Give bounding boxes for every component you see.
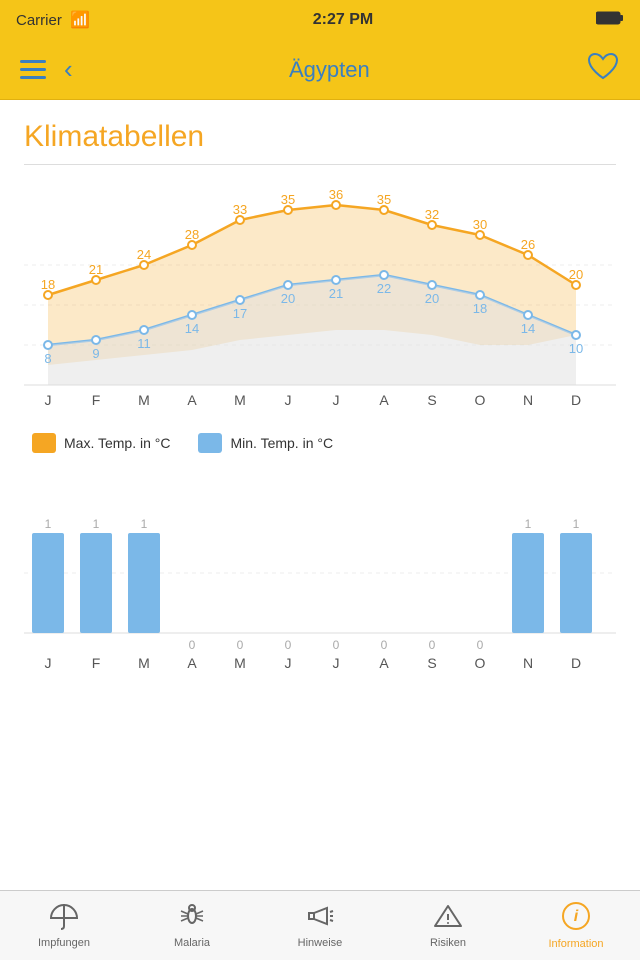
- svg-text:S: S: [427, 655, 436, 671]
- tab-information-label: Information: [548, 938, 603, 950]
- svg-text:17: 17: [233, 306, 247, 321]
- svg-text:1: 1: [525, 517, 532, 531]
- svg-text:11: 11: [137, 336, 151, 351]
- svg-text:J: J: [333, 655, 340, 671]
- info-icon: i: [561, 901, 591, 935]
- warning-icon: [433, 902, 463, 934]
- svg-text:24: 24: [137, 247, 151, 262]
- svg-text:0: 0: [429, 638, 436, 652]
- svg-text:0: 0: [381, 638, 388, 652]
- battery-icon: [596, 11, 624, 29]
- svg-text:32: 32: [425, 207, 439, 222]
- svg-text:0: 0: [189, 638, 196, 652]
- bar-chart: 1 1 1 1 1 0 0 0 0 0 0 0 J F M A M J: [24, 473, 616, 673]
- svg-text:M: M: [138, 392, 150, 408]
- carrier-label: Carrier 📶: [16, 10, 90, 30]
- svg-text:33: 33: [233, 202, 247, 217]
- svg-text:0: 0: [285, 638, 292, 652]
- divider: [24, 164, 616, 165]
- tab-malaria[interactable]: Malaria: [128, 891, 256, 960]
- svg-text:M: M: [234, 392, 246, 408]
- svg-text:9: 9: [92, 346, 99, 361]
- svg-text:8: 8: [44, 351, 51, 366]
- tab-information[interactable]: i Information: [512, 891, 640, 960]
- svg-text:20: 20: [569, 267, 583, 282]
- tab-risiken-label: Risiken: [430, 937, 466, 949]
- svg-text:35: 35: [377, 192, 391, 207]
- wifi-icon: 📶: [70, 12, 90, 29]
- svg-text:A: A: [379, 655, 389, 671]
- svg-text:10: 10: [569, 341, 583, 356]
- legend-min-color: [198, 433, 222, 453]
- tab-bar: Impfungen Malaria: [0, 890, 640, 960]
- svg-text:D: D: [571, 655, 581, 671]
- svg-text:1: 1: [45, 517, 52, 531]
- svg-text:21: 21: [89, 262, 103, 277]
- svg-text:20: 20: [425, 291, 439, 306]
- svg-text:14: 14: [521, 321, 535, 336]
- menu-button[interactable]: [20, 60, 46, 79]
- svg-text:F: F: [92, 392, 101, 408]
- svg-text:O: O: [475, 655, 486, 671]
- section-title: Klimatabellen: [24, 120, 616, 154]
- svg-text:S: S: [427, 392, 436, 408]
- svg-text:1: 1: [573, 517, 580, 531]
- svg-text:1: 1: [93, 517, 100, 531]
- svg-text:28: 28: [185, 227, 199, 242]
- svg-text:18: 18: [473, 301, 487, 316]
- svg-text:J: J: [333, 392, 340, 408]
- legend-min: Min. Temp. in °C: [198, 433, 333, 453]
- climate-chart: 18 21 24 28 33 35 36 35 32 30 26 20: [24, 185, 616, 425]
- tab-hinweise-label: Hinweise: [298, 937, 343, 949]
- svg-text:35: 35: [281, 192, 295, 207]
- tab-impfungen-label: Impfungen: [38, 937, 90, 949]
- svg-text:A: A: [379, 392, 389, 408]
- svg-text:A: A: [187, 392, 197, 408]
- nav-bar: ‹ Ägypten: [0, 40, 640, 100]
- svg-text:M: M: [234, 655, 246, 671]
- svg-text:18: 18: [41, 277, 55, 292]
- svg-text:20: 20: [281, 291, 295, 306]
- svg-text:N: N: [523, 655, 533, 671]
- time-label: 2:27 PM: [313, 11, 373, 29]
- tab-malaria-label: Malaria: [174, 937, 210, 949]
- svg-text:N: N: [523, 392, 533, 408]
- megaphone-icon: [305, 902, 335, 934]
- page-title: Ägypten: [289, 57, 370, 83]
- svg-text:M: M: [138, 655, 150, 671]
- umbrella-icon: [49, 902, 79, 934]
- svg-text:A: A: [187, 655, 197, 671]
- svg-text:J: J: [45, 392, 52, 408]
- svg-text:F: F: [92, 655, 101, 671]
- svg-text:26: 26: [521, 237, 535, 252]
- svg-text:30: 30: [473, 217, 487, 232]
- svg-text:21: 21: [329, 286, 343, 301]
- tab-risiken[interactable]: Risiken: [384, 891, 512, 960]
- svg-text:0: 0: [477, 638, 484, 652]
- legend-max-color: [32, 433, 56, 453]
- main-content: Klimatabellen 18: [0, 100, 640, 890]
- legend-min-label: Min. Temp. in °C: [230, 435, 333, 451]
- svg-text:0: 0: [237, 638, 244, 652]
- svg-text:i: i: [574, 908, 579, 925]
- chart-legend: Max. Temp. in °C Min. Temp. in °C: [24, 433, 616, 453]
- status-bar: Carrier 📶 2:27 PM: [0, 0, 640, 40]
- svg-text:14: 14: [185, 321, 199, 336]
- tab-hinweise[interactable]: Hinweise: [256, 891, 384, 960]
- svg-text:J: J: [285, 392, 292, 408]
- svg-text:J: J: [45, 655, 52, 671]
- svg-text:1: 1: [141, 517, 148, 531]
- svg-text:D: D: [571, 392, 581, 408]
- svg-text:J: J: [285, 655, 292, 671]
- svg-text:36: 36: [329, 187, 343, 202]
- svg-text:O: O: [475, 392, 486, 408]
- back-button[interactable]: ‹: [64, 54, 73, 85]
- legend-max: Max. Temp. in °C: [32, 433, 170, 453]
- mosquito-icon: [177, 902, 207, 934]
- favorite-button[interactable]: [586, 51, 620, 88]
- legend-max-label: Max. Temp. in °C: [64, 435, 170, 451]
- tab-impfungen[interactable]: Impfungen: [0, 891, 128, 960]
- svg-text:22: 22: [377, 281, 391, 296]
- svg-text:0: 0: [333, 638, 340, 652]
